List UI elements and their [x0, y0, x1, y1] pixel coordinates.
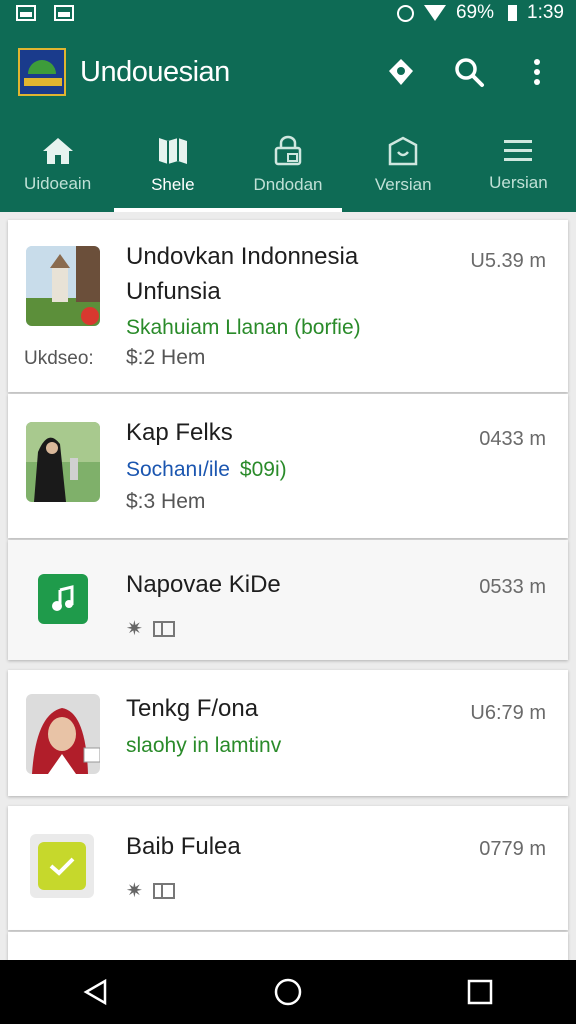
- search-icon: [455, 58, 484, 87]
- tab-label: Shele: [151, 175, 195, 194]
- map-icon: [158, 138, 187, 164]
- lock-icon: [274, 135, 302, 166]
- music-app-icon: [38, 574, 88, 624]
- list-item[interactable]: Baib Fulea 0779 m ✷: [8, 806, 568, 930]
- item-list: Undovkan Indonnesia Unfunsia U5.39 m Ska…: [0, 212, 576, 960]
- check-icon: [38, 842, 86, 890]
- item-title: Baib Fulea: [126, 833, 241, 860]
- back-button[interactable]: [64, 960, 128, 1024]
- item-title-line2: Unfunsia: [126, 278, 221, 305]
- item-title: Tenkg F/ona: [126, 695, 259, 722]
- home-icon: [42, 138, 73, 164]
- list-item[interactable]: [8, 932, 568, 960]
- app-title: Undouesian: [80, 55, 230, 88]
- app-bar: Undouesian: [0, 26, 576, 118]
- list-item[interactable]: Napovae KiDe 0533 m ✷: [8, 540, 568, 660]
- home-button[interactable]: [256, 960, 320, 1024]
- home-circle-icon: [274, 978, 302, 1006]
- item-time: U6:79 m: [470, 702, 546, 724]
- tab-versian[interactable]: Versian: [346, 118, 461, 212]
- app-logo: [18, 48, 66, 96]
- item-title: Undovkan Indonnesia: [126, 243, 359, 270]
- tab-label: Uersian: [489, 173, 548, 192]
- item-time: 0433 m: [479, 428, 546, 450]
- item-time: 0533 m: [479, 576, 546, 598]
- clock: 1:39: [527, 2, 564, 23]
- tab-label: Versian: [374, 175, 432, 194]
- list-item[interactable]: Undovkan Indonnesia Unfunsia U5.39 m Ska…: [8, 220, 568, 392]
- battery-percent: 69%: [455, 2, 495, 23]
- alarm-icon: [396, 4, 414, 22]
- location-icon: [389, 59, 413, 85]
- item-time: U5.39 m: [470, 250, 546, 272]
- item-time: 0779 m: [479, 838, 546, 860]
- item-thumbnail: [26, 246, 100, 326]
- search-button[interactable]: [452, 55, 486, 89]
- tab-shele[interactable]: Shele: [115, 118, 230, 212]
- tab-label: Dndodan: [253, 175, 323, 194]
- recents-icon: [467, 979, 493, 1005]
- more-vert-icon: [534, 59, 540, 85]
- item-subtitle: Skahuiam Llanan (borfie): [126, 316, 361, 339]
- wifi-icon: [423, 5, 446, 21]
- status-bar: 69% 1:39: [0, 0, 576, 26]
- navigation-bar: [0, 960, 576, 1024]
- tab-dndodan[interactable]: Dndodan: [230, 118, 345, 212]
- tab-bar: Uidoeain Shele Dndodan Versian Uersian: [0, 118, 576, 212]
- bag-icon: [388, 136, 418, 166]
- item-title: Kap Felks: [126, 419, 233, 446]
- list-item[interactable]: Tenkg F/ona U6:79 m slaohy in lamtinv: [8, 670, 568, 796]
- tab-uersian[interactable]: Uersian: [461, 118, 576, 212]
- tab-label: Uidoeain: [24, 174, 92, 193]
- settings-small-icon: ✷: [126, 880, 143, 902]
- item-thumbnail: [30, 834, 94, 898]
- menu-icon: [504, 140, 533, 161]
- more-options-button[interactable]: [520, 55, 554, 89]
- battery-icon: [508, 5, 518, 21]
- tab-uidoeain[interactable]: Uidoeain: [0, 118, 115, 212]
- settings-small-icon: ✷: [126, 618, 143, 640]
- back-icon: [83, 978, 107, 1006]
- table-small-icon: [152, 620, 175, 637]
- table-small-icon: [152, 882, 175, 899]
- recents-button[interactable]: [448, 960, 512, 1024]
- list-item[interactable]: Kap Felks 0433 m Sochanı/ile $09i) $:3 H…: [8, 394, 568, 538]
- location-button[interactable]: [384, 55, 418, 89]
- item-side-label: Ukdseo:: [24, 348, 94, 369]
- item-title: Napovae KiDe: [126, 571, 281, 598]
- item-subtitle-link: Sochanı/ile: [126, 458, 230, 481]
- item-subtitle-price: $09i): [239, 458, 287, 481]
- item-thumbnail: [26, 694, 100, 774]
- item-subtitle: slaohy in lamtinv: [126, 734, 282, 757]
- item-meta: $:3 Hem: [126, 490, 206, 513]
- item-thumbnail: [26, 422, 100, 502]
- gallery-notification-icon: [54, 5, 74, 21]
- image-notification-icon: [16, 5, 36, 21]
- item-meta: $:2 Hem: [126, 346, 206, 369]
